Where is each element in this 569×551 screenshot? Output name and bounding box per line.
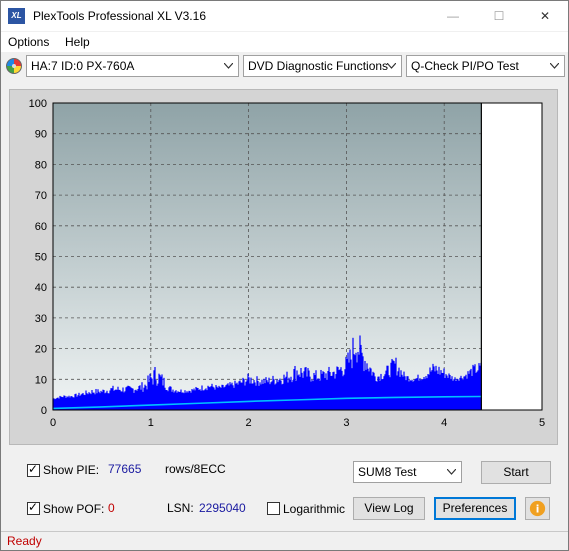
drive-select-value: HA:7 ID:0 PX-760A	[31, 59, 135, 73]
y-tick-label: 90	[35, 129, 47, 141]
chevron-down-icon	[224, 63, 233, 69]
toolbar: HA:7 ID:0 PX-760A DVD Diagnostic Functio…	[1, 53, 568, 79]
disc-drive-icon	[6, 58, 22, 74]
window-title: PlexTools Professional XL V3.16	[33, 9, 206, 23]
menu-bar: Options Help	[1, 32, 568, 52]
preferences-button[interactable]: Preferences	[434, 497, 516, 520]
show-pie-checkbox[interactable]	[27, 462, 40, 477]
sum-test-value: SUM8 Test	[358, 465, 417, 479]
close-button[interactable]: ✕	[522, 1, 568, 31]
status-text: Ready	[7, 534, 42, 548]
show-pof-label: Show POF:	[43, 502, 105, 516]
y-tick-label: 20	[35, 344, 47, 356]
unscanned-region	[481, 103, 542, 410]
menu-help[interactable]: Help	[65, 35, 90, 49]
y-tick-label: 10	[35, 374, 47, 386]
lsn-label: LSN:	[167, 501, 194, 515]
function-select[interactable]: DVD Diagnostic Functions	[243, 55, 402, 77]
title-bar: XL PlexTools Professional XL V3.16 — ☐ ✕	[1, 1, 568, 31]
y-tick-label: 100	[29, 98, 47, 110]
info-icon-glyph: i	[536, 503, 540, 515]
chevron-down-icon	[387, 63, 396, 69]
logarithmic-checkbox[interactable]	[267, 502, 280, 515]
function-select-value: DVD Diagnostic Functions	[248, 59, 389, 73]
pie-value: 77665	[108, 462, 142, 476]
test-select[interactable]: Q-Check PI/PO Test	[406, 55, 565, 77]
sum-test-select[interactable]: SUM8 Test	[353, 461, 462, 483]
info-icon: i	[529, 500, 546, 517]
pof-value: 0	[108, 501, 115, 515]
x-tick-label: 2	[246, 417, 252, 429]
x-tick-label: 3	[343, 417, 349, 429]
menu-options[interactable]: Options	[8, 35, 49, 49]
controls-panel: Show PIE: 77665 rows/8ECC SUM8 Test Star…	[9, 453, 558, 525]
view-log-button[interactable]: View Log	[353, 497, 425, 520]
y-tick-label: 0	[41, 405, 47, 417]
drive-select[interactable]: HA:7 ID:0 PX-760A	[26, 55, 239, 77]
chevron-down-icon	[447, 469, 456, 475]
chevron-down-icon	[550, 63, 559, 69]
y-tick-label: 60	[35, 221, 47, 233]
x-tick-label: 1	[148, 417, 154, 429]
y-tick-label: 80	[35, 159, 47, 171]
start-button[interactable]: Start	[481, 461, 551, 484]
x-tick-label: 5	[539, 417, 545, 429]
y-tick-label: 30	[35, 313, 47, 325]
pi-po-chart: 0 10 20 30 40 50 60 70 80 90 100 0 1 2 3 4 5	[29, 98, 545, 429]
y-tick-label: 70	[35, 190, 47, 202]
info-button[interactable]: i	[525, 497, 550, 520]
x-tick-label: 0	[50, 417, 56, 429]
test-select-value: Q-Check PI/PO Test	[411, 59, 519, 73]
maximize-button[interactable]: ☐	[476, 1, 522, 31]
chart-panel: 0 10 20 30 40 50 60 70 80 90 100 0 1 2 3 4 5	[9, 89, 558, 445]
y-tick-label: 40	[35, 282, 47, 294]
logarithmic-label: Logarithmic	[283, 502, 346, 516]
app-window: XL PlexTools Professional XL V3.16 — ☐ ✕…	[0, 0, 569, 551]
status-bar: Ready	[1, 531, 568, 550]
y-tick-label: 50	[35, 252, 47, 264]
lsn-value: 2295040	[199, 501, 246, 515]
minimize-button[interactable]: —	[430, 1, 476, 31]
app-logo-icon: XL	[8, 8, 25, 24]
show-pof-checkbox[interactable]	[27, 500, 40, 515]
show-pie-label: Show PIE:	[43, 463, 100, 477]
x-tick-label: 4	[441, 417, 447, 429]
pie-unit: rows/8ECC	[165, 462, 226, 476]
